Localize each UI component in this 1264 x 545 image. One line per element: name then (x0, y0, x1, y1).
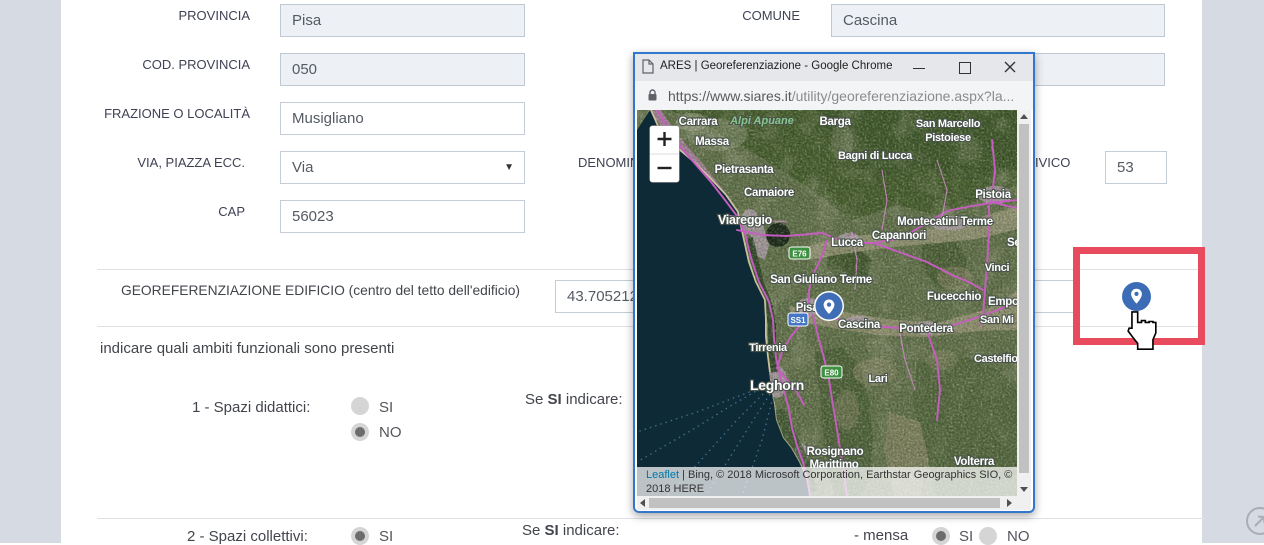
svg-text:E76: E76 (792, 250, 807, 259)
svg-text:Pietrasanta: Pietrasanta (715, 164, 775, 176)
svg-text:Viareggio: Viareggio (718, 213, 773, 227)
svg-text:San Mi: San Mi (980, 314, 1014, 326)
svg-text:San Marcello: San Marcello (916, 118, 981, 130)
svg-text:Leghorn: Leghorn (750, 377, 804, 393)
svg-text:Fucecchio: Fucecchio (927, 291, 981, 303)
svg-text:San Giuliano Terme: San Giuliano Terme (770, 274, 872, 286)
svg-text:Cascina: Cascina (838, 319, 881, 331)
svg-text:Rosignano: Rosignano (807, 446, 864, 458)
svg-text:Vinci: Vinci (985, 262, 1010, 274)
svg-text:Massa: Massa (695, 136, 730, 148)
svg-text:Lari: Lari (869, 373, 888, 385)
svg-text:Lucca: Lucca (831, 237, 864, 249)
svg-text:E80: E80 (824, 369, 839, 378)
svg-text:Bagni di Lucca: Bagni di Lucca (838, 150, 913, 162)
svg-text:Se: Se (1007, 237, 1017, 249)
svg-text:Empo: Empo (988, 296, 1017, 308)
svg-text:Barga: Barga (819, 116, 851, 128)
svg-text:Capannori: Capannori (872, 230, 926, 242)
svg-text:Pistoiese: Pistoiese (925, 132, 971, 144)
svg-text:Pistoia: Pistoia (975, 189, 1012, 201)
svg-text:SS1: SS1 (790, 316, 806, 325)
svg-text:Pontedera: Pontedera (899, 323, 953, 335)
svg-text:Camaiore: Camaiore (744, 187, 794, 199)
svg-text:Tirrenia: Tirrenia (749, 342, 788, 354)
svg-text:Alpi Apuane: Alpi Apuane (729, 115, 794, 127)
svg-text:Carrara: Carrara (679, 116, 719, 128)
svg-text:Montecatini Terme: Montecatini Terme (897, 216, 993, 228)
svg-text:Castelfio: Castelfio (974, 353, 1017, 365)
